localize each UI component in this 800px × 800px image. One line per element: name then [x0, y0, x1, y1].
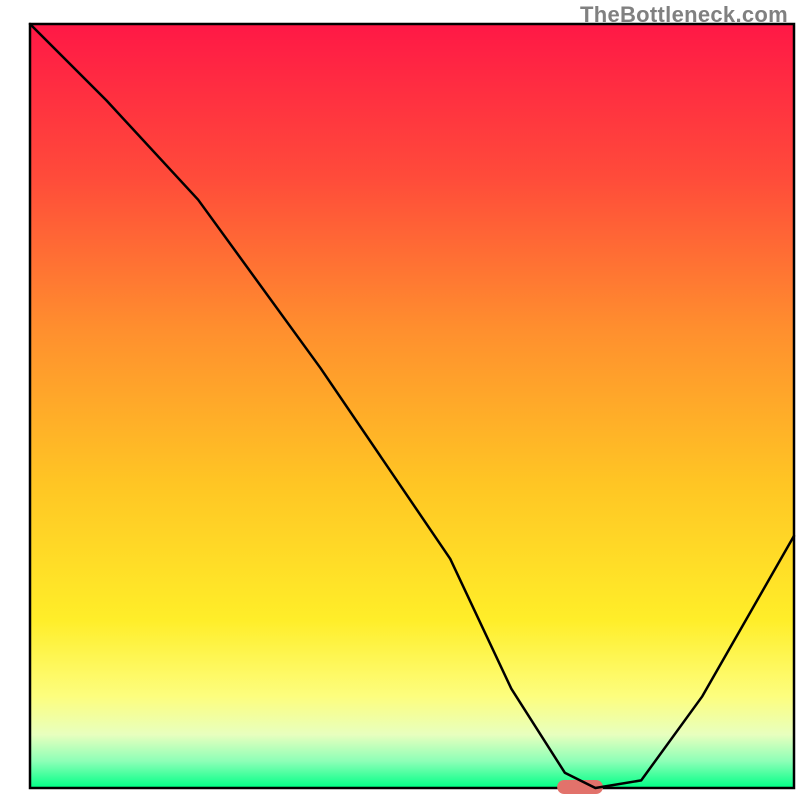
bottleneck-chart — [0, 0, 800, 800]
gradient-background — [30, 24, 794, 788]
watermark-label: TheBottleneck.com — [580, 2, 788, 28]
chart-frame: TheBottleneck.com — [0, 0, 800, 800]
